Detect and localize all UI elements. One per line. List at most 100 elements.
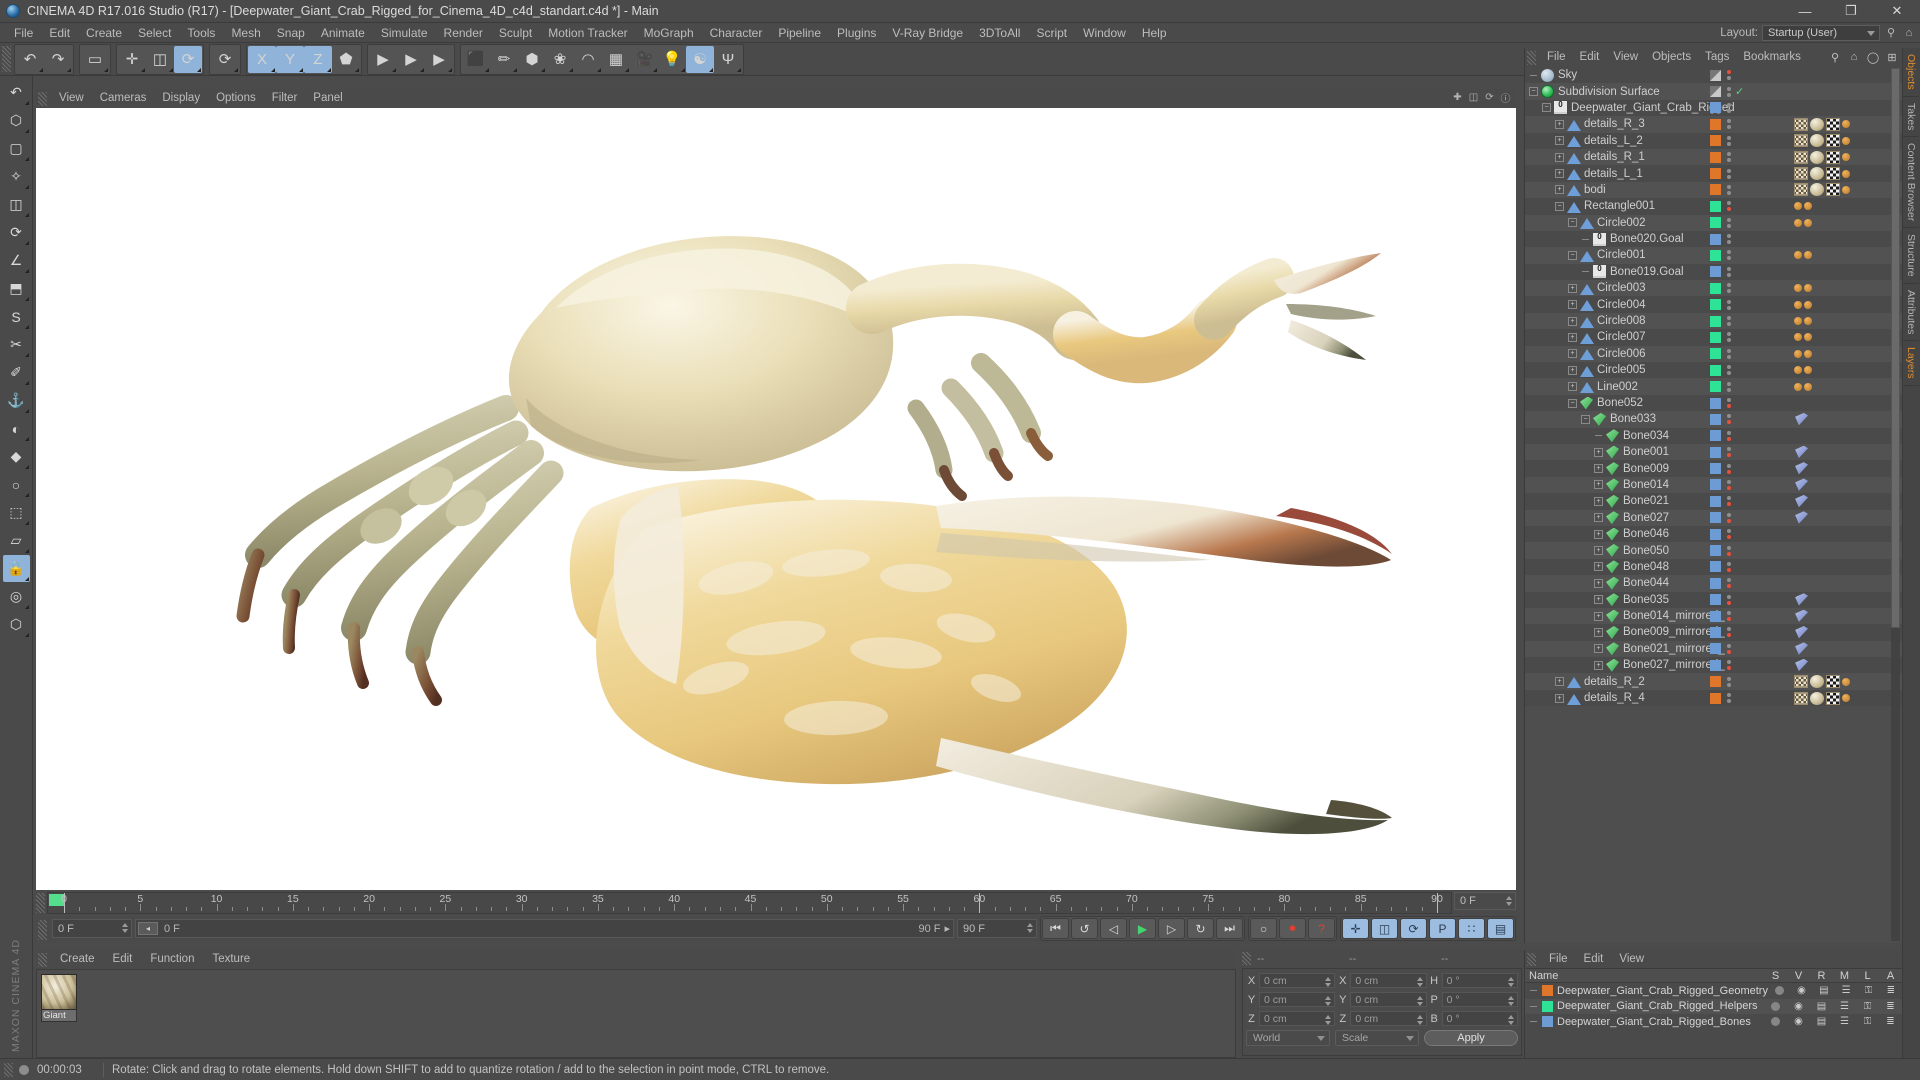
layer-color-chip[interactable] [1710,151,1721,163]
object-name[interactable]: Circle008 [1597,315,1646,327]
view-toggle[interactable]: ◉ [1787,1001,1810,1012]
solo-toggle[interactable] [1764,1001,1787,1011]
visibility-dot[interactable] [1727,266,1731,271]
expand-icon[interactable]: + [1594,546,1603,556]
visibility-dot[interactable] [1727,676,1731,681]
om-menu-edit[interactable]: Edit [1573,48,1607,67]
ik-tag-icon[interactable] [1795,494,1808,508]
object-name[interactable]: Circle003 [1597,282,1646,294]
menu-select[interactable]: Select [130,23,179,43]
object-name[interactable]: details_R_1 [1584,151,1645,163]
expand-icon[interactable]: + [1555,185,1564,195]
ik-tag-icon[interactable] [1795,478,1808,491]
visibility-dot[interactable] [1727,168,1731,173]
material-item[interactable]: Giant [41,974,77,1022]
scale-tool-button[interactable]: ◫ [146,46,174,73]
layer-color-chip[interactable] [1710,676,1721,688]
material-tag-icon[interactable] [1810,150,1824,164]
timeline-frame-field[interactable]: 0 F [1454,892,1516,910]
new-layer-icon[interactable]: ⊞ [1885,50,1899,64]
visibility-dot[interactable] [1727,649,1731,654]
layer-name[interactable]: Deepwater_Giant_Crab_Rigged_Bones [1557,1016,1751,1028]
position-input[interactable]: 0 cm [1259,1011,1336,1026]
visibility-dot[interactable] [1727,387,1731,392]
rotate-axis-icon[interactable]: ⟳ [1483,91,1496,104]
render-toggle[interactable]: ▤ [1810,1016,1833,1027]
point-cache-tag-icon[interactable] [1842,694,1850,703]
visibility-dot[interactable] [1727,272,1731,277]
visibility-dot[interactable] [1727,322,1731,327]
visibility-dots[interactable] [1727,234,1731,245]
redo-button[interactable]: ↷ [44,46,72,73]
animation-toggle[interactable]: ≣ [1880,985,1902,996]
material-manager-grip[interactable] [38,952,47,967]
layer-color-chip[interactable] [1710,512,1721,524]
layer-column-name[interactable]: Name [1525,970,1764,982]
object-name[interactable]: Bone050 [1623,545,1669,557]
layer-color-chip[interactable] [1710,135,1721,147]
visibility-dots[interactable] [1727,479,1731,490]
menu-create[interactable]: Create [78,23,130,43]
axis-z-button[interactable]: Z [304,45,332,73]
key-parameter-button[interactable]: P [1429,918,1456,939]
visibility-dots[interactable] [1727,529,1731,540]
viewport-grip[interactable] [38,91,47,106]
move-tool-button[interactable]: ✛ [118,46,146,73]
stepper-icon[interactable] [1507,1015,1514,1025]
timeline-ruler[interactable]: 051015202530354045505560657075808590 [47,892,1452,914]
visibility-dots[interactable] [1727,283,1731,294]
visibility-dot[interactable] [1727,633,1731,638]
texture-tag-icon[interactable] [1794,691,1808,705]
point-cache-tag-icon[interactable] [1804,333,1812,342]
point-cache-tag-icon[interactable] [1804,382,1812,391]
visibility-dots[interactable] [1727,102,1731,113]
visibility-dot[interactable] [1727,666,1731,671]
timeline-playhead[interactable] [64,893,65,913]
object-tree-row[interactable]: + details_L_2 [1525,132,1902,149]
viewport-menu-options[interactable]: Options [208,89,264,108]
visibility-dot[interactable] [1727,102,1731,107]
side-tab-attributes[interactable]: Attributes [1903,284,1919,342]
view-toggle[interactable]: ◉ [1787,1016,1810,1027]
menu-sculpt[interactable]: Sculpt [491,23,540,43]
object-name[interactable]: Bone046 [1623,528,1669,540]
render-toggle[interactable]: ▤ [1813,985,1835,996]
expand-icon[interactable]: + [1594,464,1603,474]
info-icon[interactable]: ⓘ [1499,91,1512,105]
visibility-dot[interactable] [1727,485,1731,490]
collapse-icon[interactable]: − [1555,201,1564,211]
visibility-dot[interactable] [1727,119,1731,124]
expand-icon[interactable]: + [1594,513,1603,523]
knife-button[interactable]: ✂ [3,331,30,358]
object-tree-row[interactable]: + Bone009_mirrored_ [1525,624,1902,641]
key-pla-button[interactable]: ∷ [1458,918,1485,939]
viewport-menu-cameras[interactable]: Cameras [92,89,155,108]
object-name[interactable]: details_L_1 [1584,168,1643,180]
planar-workplane-button[interactable]: ◎ [3,583,30,610]
coordinates-grip[interactable] [1242,952,1251,965]
expand-icon[interactable]: + [1555,119,1564,129]
menu-mesh[interactable]: Mesh [223,23,268,43]
visibility-dot[interactable] [1727,567,1731,572]
manager-toggle[interactable]: ☰ [1833,1016,1856,1027]
texture-tag-icon[interactable] [1794,675,1808,689]
world-object-coord-button[interactable]: ⬟ [332,46,360,73]
timeline-grip[interactable] [36,893,45,913]
expand-icon[interactable]: + [1594,660,1603,670]
collapse-icon[interactable]: − [1581,414,1590,424]
texture-tag-icon[interactable] [1794,167,1808,181]
side-tab-takes[interactable]: Takes [1903,97,1919,138]
object-tree-scrollbar[interactable] [1891,68,1900,941]
status-bar-grip[interactable] [4,1062,13,1077]
visibility-dot[interactable] [1727,354,1731,359]
visibility-dot[interactable] [1727,338,1731,343]
object-tree-row[interactable]: + Bone048 [1525,558,1902,576]
layer-color-chip[interactable] [1710,299,1721,311]
add-cube-button[interactable]: ⬛ [462,46,490,73]
add-deformer-button[interactable]: ❀ [546,46,574,73]
layer-manager-grip[interactable] [1527,952,1536,966]
add-floor-button[interactable]: ▦ [602,46,630,73]
play-reverse-loop-button[interactable]: ↺ [1071,918,1098,939]
rotate-active-tool-button[interactable]: ⟳ [211,46,239,73]
ik-tag-icon[interactable] [1795,625,1808,639]
